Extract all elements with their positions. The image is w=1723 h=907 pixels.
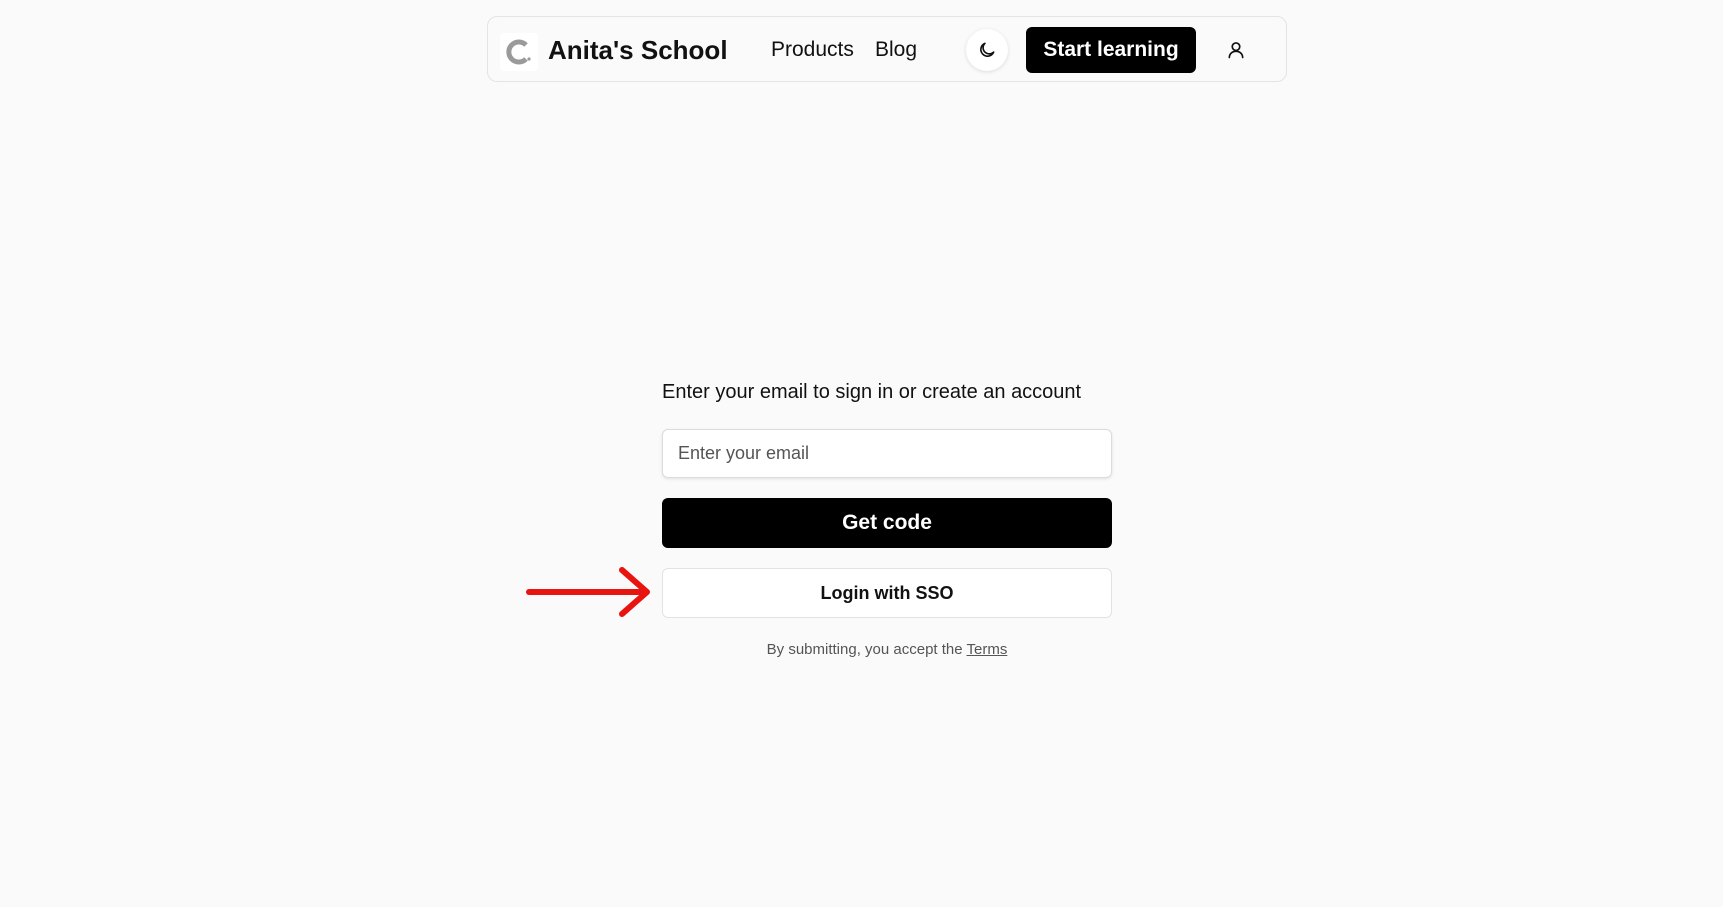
top-navbar: Anita's School Products Blog Start learn…: [487, 16, 1287, 82]
terms-notice: By submitting, you accept the Terms: [662, 639, 1112, 661]
logo-c-icon: [506, 39, 531, 65]
arrow-right-icon: [526, 567, 650, 617]
nav-products[interactable]: Products: [771, 36, 854, 64]
nav-blog[interactable]: Blog: [875, 36, 917, 64]
user-account-button[interactable]: [1223, 37, 1249, 63]
email-input[interactable]: [662, 429, 1112, 478]
login-page: Anita's School Products Blog Start learn…: [0, 0, 1723, 907]
login-with-sso-button[interactable]: Login with SSO: [662, 568, 1112, 618]
get-code-button[interactable]: Get code: [662, 498, 1112, 548]
terms-link[interactable]: Terms: [967, 641, 1008, 658]
theme-toggle-button[interactable]: [966, 29, 1008, 71]
terms-prefix: By submitting, you accept the: [766, 641, 967, 658]
form-title: Enter your email to sign in or create an…: [662, 381, 1082, 403]
brand-name[interactable]: Anita's School: [548, 32, 728, 68]
moon-icon: [980, 42, 995, 57]
logo[interactable]: [500, 33, 538, 71]
start-learning-button[interactable]: Start learning: [1026, 27, 1196, 73]
user-icon: [1228, 42, 1244, 59]
